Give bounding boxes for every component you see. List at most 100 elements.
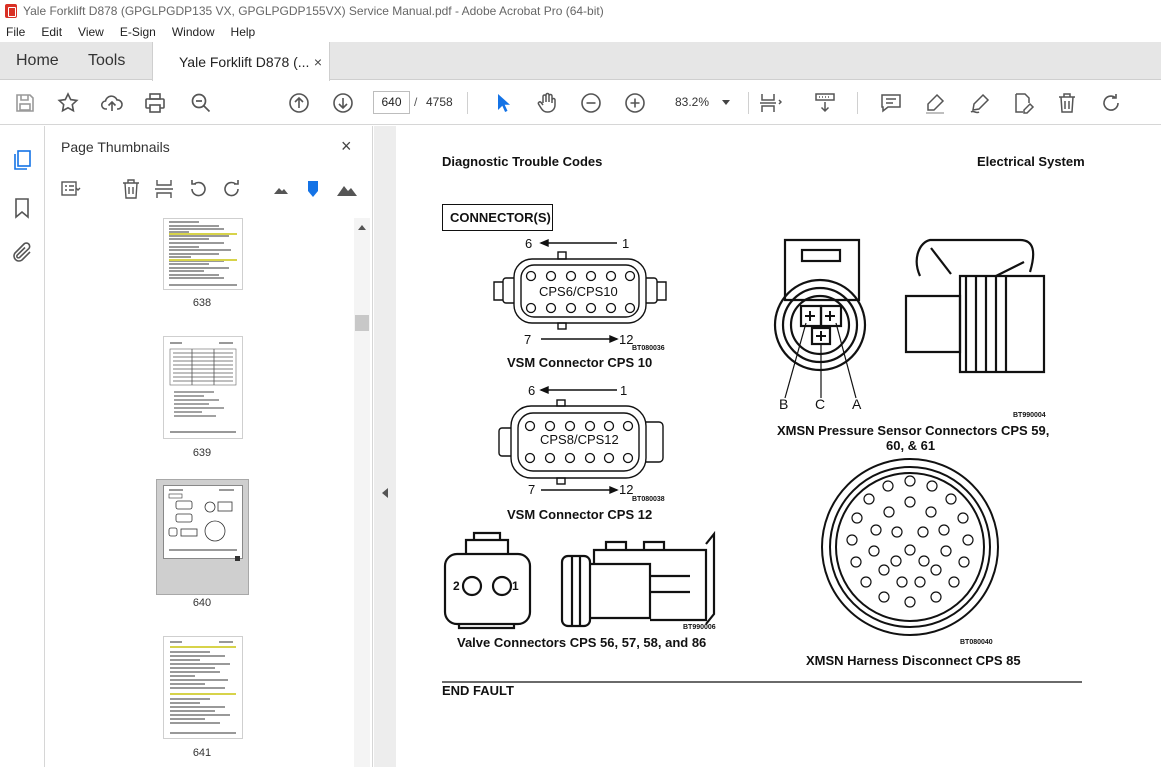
upload-cloud-icon[interactable] [100,91,124,115]
menu-window[interactable]: Window [164,25,223,39]
rotate-left-icon[interactable] [187,178,209,200]
cps12-pin-12-label: 12 [619,482,634,497]
thumbnail-page-639[interactable] [163,336,243,439]
tab-tools[interactable]: Tools [88,42,125,80]
cps12-figure-code: BT080038 [632,496,665,503]
valve-pin-2-label: 2 [453,579,460,593]
save-icon[interactable] [13,91,37,115]
delete-trash-icon[interactable] [1055,91,1079,115]
thumbnail-scrollbar[interactable] [354,218,370,767]
tab-home[interactable]: Home [16,42,59,80]
thumbnail-toolbar [56,176,366,204]
thumbnail-size-slider[interactable] [302,178,324,200]
zoom-search-icon[interactable] [189,91,213,115]
menu-bar: File Edit View E-Sign Window Help [0,22,1161,42]
close-tab-icon[interactable]: × [314,54,322,70]
thumbnail-smaller-icon[interactable] [270,178,292,200]
scroll-up-arrow-icon[interactable] [358,225,366,230]
edit-pdf-icon[interactable] [1011,91,1035,115]
rotate-icon[interactable] [1099,91,1123,115]
cps12-pin-6-label: 6 [528,383,536,398]
rotate-right-icon[interactable] [221,178,243,200]
page-fit-icon[interactable] [758,91,783,115]
harness-caption: XMSN Harness Disconnect CPS 85 [806,653,1021,668]
menu-edit[interactable]: Edit [33,25,70,39]
pressure-caption-line1: XMSN Pressure Sensor Connectors CPS 59, [777,423,1050,438]
select-cursor-icon[interactable] [491,91,515,115]
toolbar-divider [748,92,749,114]
cps10-connector-label: CPS6/CPS10 [539,284,618,299]
pressure-pin-a-label: A [852,396,862,412]
bookmarks-icon[interactable] [10,196,34,220]
pressure-pin-c-label: C [815,396,826,412]
cps10-pin-7-label: 7 [524,332,532,347]
zoom-in-icon[interactable] [623,91,647,115]
pressure-caption-line2: 60, & 61 [886,438,936,453]
print-icon[interactable] [143,91,167,115]
document-page: Diagnostic Trouble Codes Electrical Syst… [396,126,1161,767]
chevron-down-icon [722,100,730,105]
connector-diagrams [442,238,1082,683]
thumbnail-options-icon[interactable] [60,178,82,200]
highlight-pen-icon[interactable] [923,91,947,115]
next-page-icon[interactable] [331,91,355,115]
menu-file[interactable]: File [0,25,33,39]
previous-page-icon[interactable] [287,91,311,115]
acrobat-logo-icon [5,4,17,18]
zoom-level-value: 83.2% [675,95,710,109]
thumbnail-page-641[interactable] [163,636,243,739]
cps12-caption: VSM Connector CPS 12 [507,507,653,522]
hand-tool-icon[interactable] [535,91,559,115]
total-pages: 4758 [426,95,453,109]
thumbnail-page-638[interactable] [163,218,243,290]
zoom-out-icon[interactable] [579,91,603,115]
panel-splitter[interactable] [374,126,396,767]
cps12-pin-7-label: 7 [528,482,536,497]
end-fault-text: END FAULT [442,683,514,698]
page-thumbnails-panel: Page Thumbnails × 638 639 640 641 [46,126,373,767]
delete-page-icon[interactable] [120,178,142,200]
cps10-figure-code: BT080036 [632,345,665,352]
pressure-sensor-side [904,238,1046,374]
tab-document[interactable]: Yale Forklift D878 (... × [152,42,330,81]
toolbar-divider [857,92,858,114]
valve-caption: Valve Connectors CPS 56, 57, 58, and 86 [457,635,707,650]
thumbnail-page-640-selected[interactable] [156,479,249,595]
document-tab-label: Yale Forklift D878 (... [179,53,310,70]
scrollbar-thumb[interactable] [355,315,369,331]
valve-pin-1-label: 1 [512,579,519,593]
valve-connector-side [560,530,716,628]
window-title: Yale Forklift D878 (GPGLPGDP135 VX, GPGL… [23,4,604,18]
left-navigation-rail [0,126,45,767]
title-bar: Yale Forklift D878 (GPGLPGDP135 VX, GPGL… [0,0,1161,22]
menu-view[interactable]: View [70,25,112,39]
menu-esign[interactable]: E-Sign [112,25,164,39]
attachments-paperclip-icon[interactable] [10,241,34,265]
toolbar: 640 / 4758 83.2% [0,81,1161,125]
valve-figure-code: BT990006 [683,624,716,631]
collapse-panel-arrow-icon[interactable] [382,488,388,498]
harness-disconnect [821,458,999,636]
zoom-level-dropdown[interactable]: 83.2% [666,91,738,114]
harness-pins [846,475,974,608]
insert-page-icon[interactable] [154,178,176,200]
cps10-caption: VSM Connector CPS 10 [507,355,653,370]
tab-bar: Home Tools Yale Forklift D878 (... × [0,42,1161,81]
cps10-pin-6-label: 6 [525,236,533,251]
menu-help[interactable]: Help [223,25,264,39]
draw-sign-icon[interactable] [968,91,992,115]
page-thumbnails-icon[interactable] [10,148,34,172]
bookmark-star-icon[interactable] [56,91,80,115]
scroll-mode-icon[interactable] [813,91,837,115]
pressure-sensor-front [773,238,867,372]
thumbnail-page-label: 640 [192,597,212,609]
cps12-connector-label: CPS8/CPS12 [540,432,619,447]
page-number-input[interactable]: 640 [373,91,410,114]
thumbnail-page-label: 639 [192,447,212,459]
comment-icon[interactable] [879,91,903,115]
cps12-pin-1-label: 1 [620,383,628,398]
thumbnail-larger-icon[interactable] [336,178,358,200]
toolbar-divider [467,92,468,114]
close-panel-icon[interactable]: × [341,136,352,157]
page-separator: / [414,95,418,109]
